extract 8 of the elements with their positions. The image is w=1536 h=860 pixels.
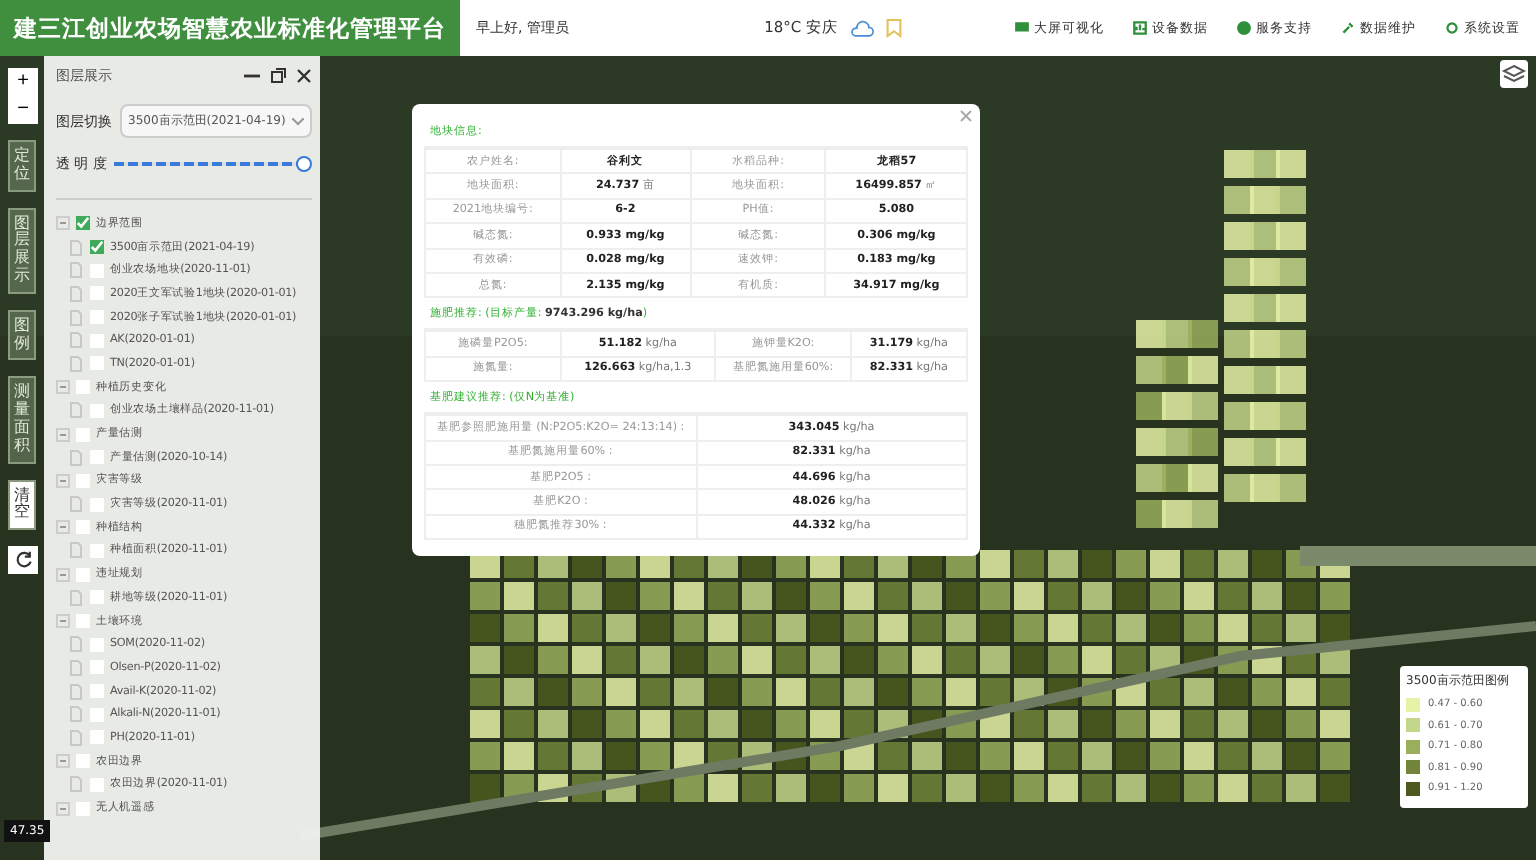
map-tool-button[interactable]: 图层展示 bbox=[8, 207, 36, 294]
map-tool-button[interactable]: 清空 bbox=[8, 479, 36, 531]
map-tool-button[interactable]: 定位 bbox=[8, 140, 36, 192]
map-tool-button[interactable]: 测量面积 bbox=[8, 376, 36, 464]
zoom-in-button[interactable]: + bbox=[8, 68, 38, 96]
platform-title: 建三江创业农场智慧农业标准化管理平台 bbox=[0, 0, 460, 56]
zoom-out-button[interactable]: − bbox=[8, 96, 38, 124]
map-tool-button[interactable]: 图例 bbox=[8, 309, 36, 361]
